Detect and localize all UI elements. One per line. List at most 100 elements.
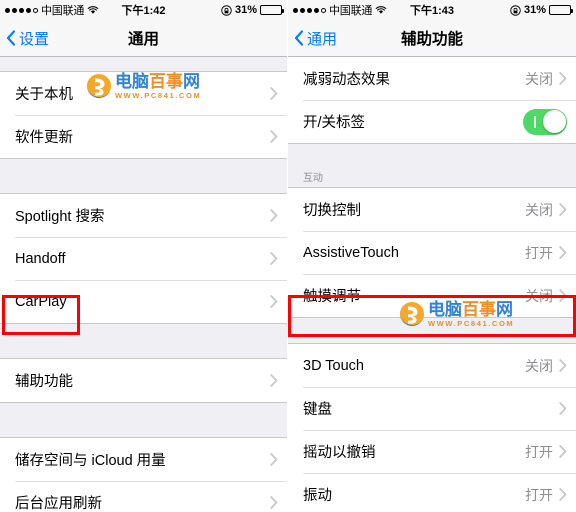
battery-percent-label: 31% bbox=[234, 4, 257, 16]
chevron-right-icon bbox=[270, 130, 278, 143]
back-button-settings[interactable]: 设置 bbox=[0, 28, 49, 49]
back-button-label: 通用 bbox=[307, 30, 338, 48]
row-label: Spotlight 搜索 bbox=[15, 209, 105, 225]
nav-bar-left: 设置 通用 bbox=[0, 20, 287, 57]
settings-group-device: 关于本机 软件更新 bbox=[0, 71, 287, 159]
row-accessory bbox=[270, 496, 278, 509]
chevron-right-icon bbox=[559, 246, 567, 259]
back-button-general[interactable]: 通用 bbox=[288, 28, 337, 49]
chevron-right-icon bbox=[270, 374, 278, 387]
carrier-label: 中国联通 bbox=[329, 5, 373, 17]
row-value: 关闭 bbox=[525, 70, 553, 87]
settings-group-features: Spotlight 搜索 Handoff CarPlay bbox=[0, 193, 287, 324]
row-value: 打开 bbox=[525, 486, 553, 503]
row-value: 打开 bbox=[525, 443, 553, 460]
row-carplay[interactable]: CarPlay bbox=[0, 280, 287, 323]
chevron-right-icon bbox=[559, 203, 567, 216]
chevron-right-icon bbox=[559, 402, 567, 415]
row-accessory: 关闭 bbox=[525, 356, 567, 376]
carrier-label: 中国联通 bbox=[41, 5, 85, 17]
chevron-right-icon bbox=[559, 445, 567, 458]
row-accessory: 关闭 bbox=[525, 200, 567, 220]
row-label: 储存空间与 iCloud 用量 bbox=[15, 453, 166, 469]
row-label: CarPlay bbox=[15, 293, 67, 310]
chevron-right-icon bbox=[270, 87, 278, 100]
row-assistivetouch[interactable]: AssistiveTouch 打开 bbox=[288, 231, 576, 274]
rotation-lock-icon bbox=[510, 4, 521, 16]
row-accessibility[interactable]: 辅助功能 bbox=[0, 359, 287, 402]
row-value: 打开 bbox=[525, 244, 553, 261]
row-label: 切换控制 bbox=[303, 203, 361, 219]
row-accessory bbox=[270, 87, 278, 100]
row-accessory bbox=[270, 252, 278, 265]
row-accessory: 打开 bbox=[525, 243, 567, 263]
row-keyboard[interactable]: 键盘 bbox=[288, 387, 576, 430]
status-bar-left-cluster: 中国联通 bbox=[5, 2, 99, 18]
row-label: 软件更新 bbox=[15, 130, 73, 146]
row-shake-to-undo[interactable]: 摇动以撤销 打开 bbox=[288, 430, 576, 473]
status-bar-right-cluster: 31% bbox=[221, 4, 284, 16]
settings-list-left[interactable]: 关于本机 软件更新 Spotlight 搜索 Handoff CarPlay 辅… bbox=[0, 57, 287, 512]
battery-icon bbox=[549, 5, 573, 15]
row-label: 键盘 bbox=[303, 402, 332, 418]
chevron-left-icon bbox=[6, 30, 16, 46]
row-software-update[interactable]: 软件更新 bbox=[0, 115, 287, 158]
row-about[interactable]: 关于本机 bbox=[0, 72, 287, 115]
row-label: 后台应用刷新 bbox=[15, 496, 102, 512]
chevron-right-icon bbox=[270, 295, 278, 308]
battery-icon bbox=[260, 5, 284, 15]
toggle-on-off-labels[interactable] bbox=[523, 108, 567, 135]
status-bar-left: 中国联通 下午1:42 31% bbox=[0, 0, 287, 20]
row-reduce-motion[interactable]: 减弱动态效果 关闭 bbox=[288, 57, 576, 100]
row-label: 触摸调节 bbox=[303, 289, 361, 305]
row-accessory: 关闭 bbox=[525, 69, 567, 89]
row-storage-icloud[interactable]: 储存空间与 iCloud 用量 bbox=[0, 438, 287, 481]
row-spotlight-search[interactable]: Spotlight 搜索 bbox=[0, 194, 287, 237]
row-accessory bbox=[270, 295, 278, 308]
row-value: 关闭 bbox=[525, 357, 553, 374]
row-label: 辅助功能 bbox=[15, 374, 73, 390]
chevron-right-icon bbox=[270, 496, 278, 509]
row-label: Handoff bbox=[15, 250, 66, 267]
left-phone-screen: 中国联通 下午1:42 31% 设置 通用 关于本机 软件更新 Spotligh… bbox=[0, 0, 288, 512]
battery-percent-label: 31% bbox=[523, 4, 546, 16]
chevron-right-icon bbox=[270, 209, 278, 222]
back-button-label: 设置 bbox=[19, 30, 50, 48]
row-vibration[interactable]: 振动 打开 bbox=[288, 473, 576, 512]
row-background-app-refresh[interactable]: 后台应用刷新 bbox=[0, 481, 287, 512]
settings-list-right[interactable]: 减弱动态效果 关闭 开/关标签 互动 切换控制 关闭 AssistiveTouc… bbox=[288, 57, 576, 512]
row-on-off-labels[interactable]: 开/关标签 bbox=[288, 100, 576, 143]
wifi-icon bbox=[375, 5, 387, 15]
settings-group-storage: 储存空间与 iCloud 用量 后台应用刷新 bbox=[0, 437, 287, 512]
row-switch-control[interactable]: 切换控制 关闭 bbox=[288, 188, 576, 231]
chevron-right-icon bbox=[270, 252, 278, 265]
row-accessory: 打开 bbox=[525, 442, 567, 462]
chevron-right-icon bbox=[559, 72, 567, 85]
row-handoff[interactable]: Handoff bbox=[0, 237, 287, 280]
right-phone-screen: 中国联通 下午1:43 31% 通用 辅助功能 减弱动态效果 关闭 开/关标签 … bbox=[288, 0, 576, 512]
row-label: 3D Touch bbox=[303, 357, 364, 374]
dual-screenshot-container: 中国联通 下午1:42 31% 设置 通用 关于本机 软件更新 Spotligh… bbox=[0, 0, 576, 512]
row-label: 减弱动态效果 bbox=[303, 72, 390, 88]
chevron-right-icon bbox=[270, 453, 278, 466]
signal-strength-dots bbox=[5, 7, 38, 13]
row-3d-touch[interactable]: 3D Touch 关闭 bbox=[288, 344, 576, 387]
signal-strength-dots bbox=[293, 7, 326, 13]
row-label: 摇动以撤销 bbox=[303, 445, 376, 461]
chevron-right-icon bbox=[559, 488, 567, 501]
settings-group-accessibility: 辅助功能 bbox=[0, 358, 287, 403]
row-label: 关于本机 bbox=[15, 87, 73, 103]
settings-group-vision: 减弱动态效果 关闭 开/关标签 bbox=[288, 57, 576, 144]
settings-group-physical: 3D Touch 关闭 键盘 摇动以撤销 打开 振动 打开 bbox=[288, 343, 576, 512]
status-bar-left-cluster: 中国联通 bbox=[293, 2, 387, 18]
status-bar-right: 中国联通 下午1:43 31% bbox=[288, 0, 576, 20]
row-accessory bbox=[270, 209, 278, 222]
chevron-right-icon bbox=[559, 289, 567, 302]
row-accessory bbox=[270, 453, 278, 466]
row-touch-accommodations[interactable]: 触摸调节 关闭 bbox=[288, 274, 576, 317]
chevron-left-icon bbox=[294, 30, 304, 46]
row-value: 关闭 bbox=[525, 201, 553, 218]
row-label: AssistiveTouch bbox=[303, 244, 399, 261]
status-bar-right-cluster: 31% bbox=[510, 4, 573, 16]
row-value: 关闭 bbox=[525, 287, 553, 304]
